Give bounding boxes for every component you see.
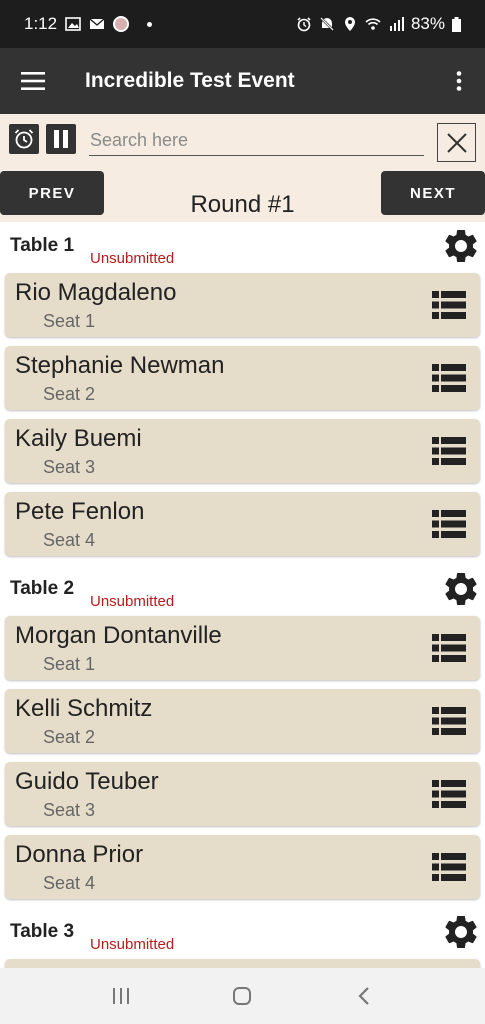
wifi-status-icon: [365, 18, 381, 30]
gear-icon[interactable]: [441, 569, 481, 609]
view-list-icon[interactable]: [432, 780, 466, 808]
player-seat: Seat 3: [43, 457, 96, 477]
close-icon: [446, 132, 467, 153]
player-card[interactable]: Kelli Schmitz Seat 2: [5, 689, 480, 753]
player-card[interactable]: Guido Teuber Seat 3: [5, 762, 480, 826]
player-card[interactable]: Pete Fenlon Seat 4: [5, 492, 480, 556]
location-status-icon: [344, 17, 355, 31]
player-seat: Seat 1: [43, 654, 96, 674]
system-navigation-bar: [0, 968, 485, 1024]
player-seat: Seat 2: [43, 384, 96, 404]
back-button[interactable]: [346, 981, 382, 1011]
player-seat: Seat 3: [43, 800, 96, 820]
hamburger-menu-icon: [21, 72, 45, 90]
view-list-icon[interactable]: [432, 634, 466, 662]
alarm-status-icon: [297, 17, 311, 32]
timer-button[interactable]: [9, 124, 39, 154]
player-seat: Seat 4: [43, 873, 96, 893]
player-card[interactable]: Donna Prior Seat 4: [5, 835, 480, 899]
screen: 1:12 83% Incredible Test Event Search he…: [0, 0, 485, 1024]
player-seat: Seat 4: [43, 530, 96, 550]
signal-status-icon: [389, 17, 404, 31]
table-status-badge: Unsubmitted: [90, 250, 175, 267]
gallery-notification-icon: [65, 17, 81, 31]
tables-list[interactable]: Table 1 Unsubmitted Rio Magdaleno Seat 1 Ste…: [0, 222, 485, 968]
player-card[interactable]: Stephanie Newman Seat 2: [5, 346, 480, 410]
player-card[interactable]: Kaily Buemi Seat 3: [5, 419, 480, 483]
player-name: Kaily Buemi: [15, 425, 142, 452]
more-notifications-icon: [147, 21, 153, 27]
home-button[interactable]: [224, 981, 260, 1011]
home-icon: [233, 987, 252, 1005]
mute-status-icon: [320, 17, 334, 31]
player-card[interactable]: Shannon WebbSeat 1: [5, 959, 480, 968]
player-name: Kelli Schmitz: [15, 695, 153, 722]
gear-icon[interactable]: [441, 226, 481, 266]
round-controls: PREV Round #1 NEXT: [0, 114, 485, 222]
more-vert-icon: [456, 71, 462, 91]
view-list-icon[interactable]: [432, 853, 466, 881]
player-seat: Seat 2: [43, 727, 96, 747]
view-list-icon[interactable]: [432, 291, 466, 319]
clear-search-button[interactable]: [437, 123, 476, 162]
status-bar: 1:12 83%: [0, 0, 485, 48]
table-header: Table 1 Unsubmitted: [0, 222, 485, 273]
avatar-notification-icon: [113, 16, 130, 32]
recent-apps-icon: [112, 988, 129, 1004]
menu-button[interactable]: [0, 48, 66, 114]
table-status-badge: Unsubmitted: [90, 936, 175, 953]
table-name: Table 3: [10, 921, 75, 942]
player-name: Guido Teuber: [15, 768, 159, 795]
search-input[interactable]: [89, 126, 424, 156]
player-name: Rio Magdaleno: [15, 279, 177, 306]
player-seat: Seat 1: [43, 311, 96, 331]
pause-icon: [54, 130, 68, 148]
alarm-clock-icon: [14, 129, 34, 149]
player-name: Pete Fenlon: [15, 498, 145, 525]
table-header: Table 2 Unsubmitted: [0, 565, 485, 616]
player-card[interactable]: Morgan Dontanville Seat 1: [5, 616, 480, 680]
pause-button[interactable]: [46, 124, 76, 154]
table-status-badge: Unsubmitted: [90, 593, 175, 610]
table-header: Table 3 Unsubmitted: [0, 908, 485, 959]
back-icon: [358, 987, 369, 1005]
gear-icon[interactable]: [441, 912, 481, 952]
status-time: 1:12: [24, 14, 58, 33]
player-name: Donna Prior: [15, 841, 144, 868]
next-round-button[interactable]: NEXT: [381, 171, 485, 215]
table-name: Table 1: [10, 235, 75, 256]
overflow-menu-button[interactable]: [433, 48, 485, 114]
app-title: Incredible Test Event: [85, 69, 295, 92]
table-name: Table 2: [10, 578, 75, 599]
view-list-icon[interactable]: [432, 707, 466, 735]
view-list-icon[interactable]: [432, 364, 466, 392]
player-name: Morgan Dontanville: [15, 622, 222, 649]
battery-percent: 83%: [410, 14, 445, 33]
recent-apps-button[interactable]: [103, 981, 139, 1011]
view-list-icon[interactable]: [432, 510, 466, 538]
battery-icon: [452, 16, 461, 32]
mail-notification-icon: [89, 18, 105, 29]
app-bar: Incredible Test Event: [0, 48, 485, 114]
player-name: Stephanie Newman: [15, 352, 225, 379]
view-list-icon[interactable]: [432, 437, 466, 465]
player-card[interactable]: Rio Magdaleno Seat 1: [5, 273, 480, 337]
